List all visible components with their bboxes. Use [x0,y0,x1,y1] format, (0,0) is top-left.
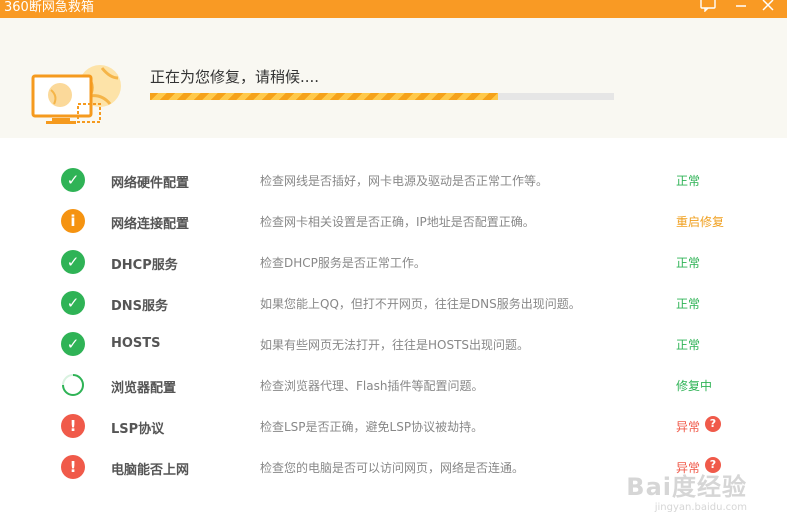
check-description: 检查LSP是否正确，避免LSP协议被劫持。 [260,420,484,434]
check-row: i 网络连接配置 检查网卡相关设置是否正确，IP地址是否配置正确。 重启修复 [0,201,787,242]
check-name: DNS服务 [111,299,169,314]
error-icon: ! [61,455,85,479]
check-name: 网络硬件配置 [111,176,190,191]
check-icon: ✓ [61,168,85,192]
check-row: ✓ HOSTS 如果有些网页无法打开，往往是HOSTS出现问题。 正常 [0,324,787,365]
check-description: 检查网卡相关设置是否正确，IP地址是否配置正确。 [260,215,535,229]
check-icon: ✓ [61,291,85,315]
check-name: HOSTS [111,336,161,351]
check-description: 检查您的电脑是否可以访问网页，网络是否连通。 [260,461,525,475]
check-result: 正常 [676,174,701,188]
close-icon[interactable] [762,0,774,14]
watermark: Bai度经验 jingyan.baidu.com [626,467,747,513]
minimize-icon[interactable] [735,0,747,14]
monitor-globe-icon [30,64,130,134]
check-name: LSP协议 [111,422,165,437]
check-description: 如果您能上QQ，但打不开网页，往往是DNS服务出现问题。 [260,297,581,311]
repair-progress-bar [150,93,614,100]
repair-header: 正在为您修复，请稍候.... [0,18,787,138]
watermark-brand: Bai度经验 [626,473,747,501]
check-name: 网络连接配置 [111,217,190,232]
check-name: 浏览器配置 [111,381,177,396]
check-name: 电脑能否上网 [111,463,190,478]
check-description: 检查浏览器代理、Flash插件等配置问题。 [260,379,484,393]
check-row: ! LSP协议 检查LSP是否正确，避免LSP协议被劫持。 异常? [0,406,787,447]
check-name: DHCP服务 [111,258,178,273]
window-title: 360断网急救箱 [4,0,94,15]
restart-repair-link[interactable]: 重启修复 [676,213,724,230]
check-row: 浏览器配置 检查浏览器代理、Flash插件等配置问题。 修复中 [0,365,787,406]
check-icon: ✓ [61,332,85,356]
check-icon: ✓ [61,250,85,274]
check-result: 异常 [676,420,701,434]
info-icon: i [61,209,85,233]
help-icon[interactable]: ? [705,416,721,432]
title-bar: 360断网急救箱 [0,0,787,18]
check-description: 检查DHCP服务是否正常工作。 [260,256,426,270]
check-result: 正常 [676,297,701,311]
error-icon: ! [61,414,85,438]
check-result: 修复中 [676,379,713,393]
progress-fill [150,93,498,100]
repair-status-text: 正在为您修复，请稍候.... [150,68,320,86]
spinner-icon [61,373,85,397]
check-row: ✓ DHCP服务 检查DHCP服务是否正常工作。 正常 [0,242,787,283]
check-result: 正常 [676,338,701,352]
check-row: ✓ DNS服务 如果您能上QQ，但打不开网页，往往是DNS服务出现问题。 正常 [0,283,787,324]
check-row: ✓ 网络硬件配置 检查网线是否插好，网卡电源及驱动是否正常工作等。 正常 [0,160,787,201]
check-description: 检查网线是否插好，网卡电源及驱动是否正常工作等。 [260,174,549,188]
feedback-icon[interactable] [700,0,716,14]
watermark-url: jingyan.baidu.com [654,502,747,513]
check-result: 正常 [676,256,701,270]
check-description: 如果有些网页无法打开，往往是HOSTS出现问题。 [260,338,530,352]
